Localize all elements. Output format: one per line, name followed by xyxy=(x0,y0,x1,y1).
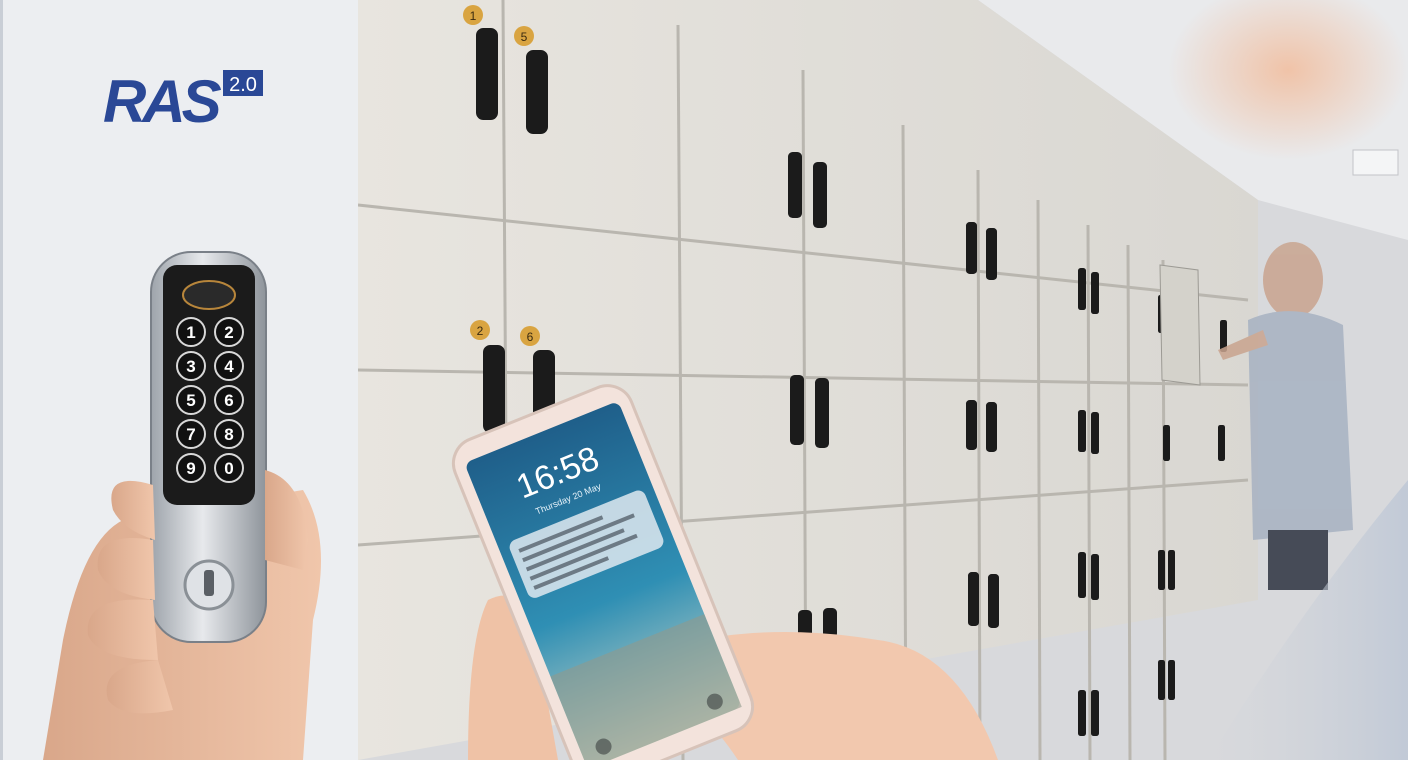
locker-lock xyxy=(476,28,498,120)
locker-lock xyxy=(1163,425,1170,461)
locker-lock xyxy=(988,574,999,628)
locker-lock xyxy=(813,162,827,228)
ceiling-light xyxy=(1352,149,1399,176)
locker-lock xyxy=(968,572,979,626)
locker-number: 5 xyxy=(521,30,528,44)
locker-lock xyxy=(1078,410,1086,452)
locker-lock xyxy=(1158,550,1165,590)
product-panel: RAS 2.0 1 2 3 4 5 6 7 8 9 0 xyxy=(0,0,358,760)
locker-lock xyxy=(1078,552,1086,598)
locker-number: 1 xyxy=(470,9,477,23)
keypad-key-label: 3 xyxy=(186,357,195,376)
keypad-key-label: 1 xyxy=(186,323,195,342)
locker-lock xyxy=(1158,660,1165,700)
locker-lock xyxy=(986,402,997,452)
logo-version: 2.0 xyxy=(229,74,257,96)
keypad-key-label: 2 xyxy=(224,323,233,342)
keypad-key-label: 4 xyxy=(224,357,234,376)
locker-lock xyxy=(815,378,829,448)
locker-lock xyxy=(1218,425,1225,461)
ras-logo: RAS 2.0 xyxy=(103,68,263,128)
locker-lock xyxy=(966,400,977,450)
locker-lock xyxy=(1091,272,1099,314)
locker-lock xyxy=(966,222,977,274)
locker-lock xyxy=(788,152,802,218)
logo-text: RAS xyxy=(103,68,222,128)
locker-lock xyxy=(1168,550,1175,590)
locker-number: 6 xyxy=(527,330,534,344)
locker-lock xyxy=(1168,660,1175,700)
locker-lock xyxy=(1091,412,1099,454)
keypad-key-label: 0 xyxy=(224,459,233,478)
keypad-key-label: 6 xyxy=(224,391,233,410)
locker-lock xyxy=(986,228,997,280)
locker-room-scene: 1 5 2 6 16:58 Thursday 20 May xyxy=(358,0,1408,760)
rfid-icon xyxy=(182,280,236,310)
locker-lock xyxy=(1078,268,1086,310)
locker-lock xyxy=(483,345,505,433)
locker-lock xyxy=(1078,690,1086,736)
open-locker-door xyxy=(1159,264,1201,386)
locker-lock xyxy=(1091,554,1099,600)
locker-lock xyxy=(823,608,837,638)
locker-lock xyxy=(790,375,804,445)
keypad-key-label: 8 xyxy=(224,425,233,444)
locker-lock xyxy=(1091,690,1099,736)
keypad-key-label: 9 xyxy=(186,459,195,478)
locker-number: 2 xyxy=(477,324,484,338)
locker-lock xyxy=(526,50,548,134)
keypad-key-label: 7 xyxy=(186,425,195,444)
keypad-key-label: 5 xyxy=(186,391,195,410)
hand-holding-lock: 1 2 3 4 5 6 7 8 9 0 xyxy=(43,251,321,760)
hero-banner: RAS 2.0 1 2 3 4 5 6 7 8 9 0 1 5 2 6 16:58 Thursda… xyxy=(0,0,1408,760)
